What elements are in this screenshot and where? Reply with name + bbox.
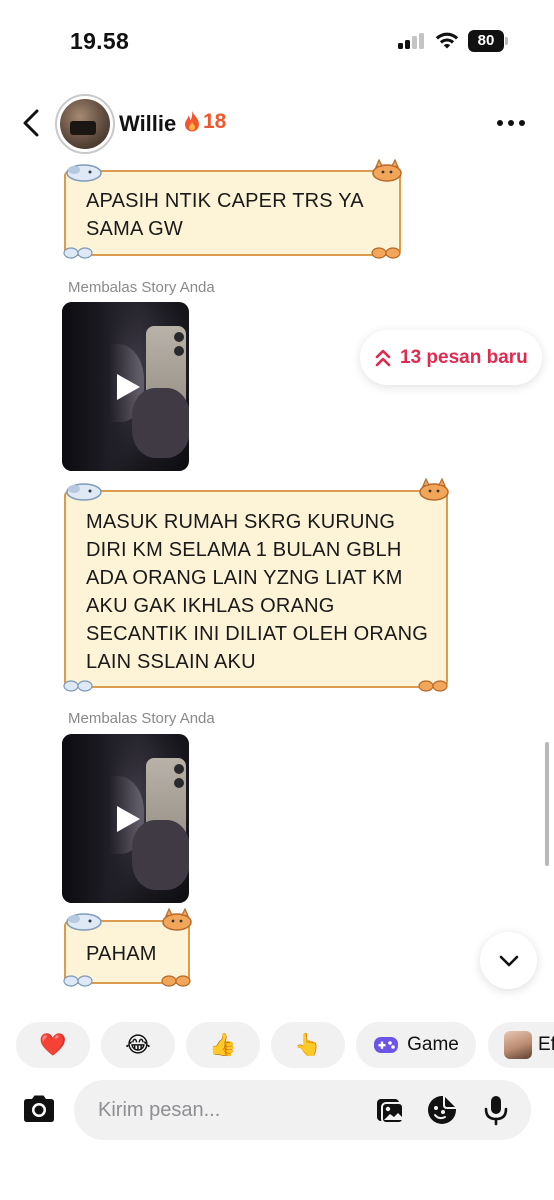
- new-messages-label: 13 pesan baru: [400, 346, 528, 368]
- quick-reply-heart[interactable]: ❤️: [16, 1022, 90, 1068]
- effect-label: Ef: [538, 1034, 554, 1055]
- message-input[interactable]: [98, 1092, 348, 1128]
- cellular-signal-icon: [398, 33, 426, 49]
- paw-sticker-icon: [63, 975, 93, 987]
- cat-sticker-icon: [162, 907, 192, 931]
- battery-level: 80: [468, 30, 504, 52]
- wifi-icon: [435, 32, 459, 49]
- chevron-down-icon: [499, 955, 518, 966]
- paw-sticker-icon: [63, 680, 93, 692]
- quick-reply-pointing-up[interactable]: 👆: [271, 1022, 345, 1068]
- story-thumbnail[interactable]: [62, 302, 189, 471]
- streak-count: 18: [203, 110, 227, 133]
- battery-icon: 80: [468, 30, 508, 52]
- quick-reply-bar: ❤️ 😂 👍 👆 Game Ef: [16, 1022, 554, 1068]
- message-text: PAHAM: [86, 943, 157, 965]
- message-composer: [74, 1080, 531, 1140]
- game-button[interactable]: Game: [356, 1022, 476, 1068]
- play-icon: [117, 806, 140, 832]
- thumbs-up-icon: 👍: [209, 1032, 237, 1057]
- effect-button[interactable]: Ef: [488, 1022, 554, 1068]
- scroll-to-bottom-button[interactable]: [480, 932, 537, 989]
- double-chevron-up-icon: [375, 349, 391, 366]
- puppy-sticker-icon: [66, 913, 102, 931]
- story-thumbnail[interactable]: [62, 734, 189, 903]
- pointing-up-icon: 👆: [294, 1032, 322, 1057]
- story-reply-label: Membalas Story Anda: [68, 710, 215, 727]
- message-text: APASIH NTIK CAPER TRS YA SAMA GW: [86, 190, 363, 240]
- gamepad-icon: [374, 1037, 399, 1053]
- status-time: 19.58: [70, 28, 130, 54]
- play-icon: [117, 374, 140, 400]
- paw-sticker-icon: [161, 975, 191, 987]
- message-bubble[interactable]: APASIH NTIK CAPER TRS YA SAMA GW: [64, 170, 401, 256]
- sticker-icon[interactable]: [426, 1094, 458, 1126]
- contact-name[interactable]: Willie: [119, 111, 176, 137]
- paw-sticker-icon: [371, 247, 401, 259]
- message-text: MASUK RUMAH SKRG KURUNG DIRI KM SELAMA 1…: [86, 511, 428, 673]
- scrollbar[interactable]: [545, 742, 549, 866]
- streak-badge: 18: [182, 110, 226, 134]
- laughing-emoji-icon: 😂: [125, 1032, 151, 1057]
- back-arrow-icon[interactable]: [18, 108, 46, 138]
- more-options-icon[interactable]: [497, 112, 531, 134]
- puppy-sticker-icon: [66, 164, 102, 182]
- paw-sticker-icon: [418, 680, 448, 692]
- microphone-icon[interactable]: [480, 1094, 512, 1126]
- story-reply-label: Membalas Story Anda: [68, 279, 215, 296]
- quick-reply-thumbs-up[interactable]: 👍: [186, 1022, 260, 1068]
- message-bubble[interactable]: MASUK RUMAH SKRG KURUNG DIRI KM SELAMA 1…: [64, 490, 448, 688]
- game-label: Game: [407, 1034, 459, 1055]
- contact-avatar[interactable]: [55, 94, 115, 154]
- camera-icon[interactable]: [20, 1090, 58, 1128]
- gallery-icon[interactable]: [374, 1094, 406, 1126]
- new-messages-button[interactable]: 13 pesan baru: [360, 330, 542, 385]
- quick-reply-laughing[interactable]: 😂: [101, 1022, 175, 1068]
- puppy-sticker-icon: [66, 483, 102, 501]
- cat-sticker-icon: [419, 477, 449, 501]
- flame-icon: [185, 111, 199, 132]
- cat-sticker-icon: [372, 158, 402, 182]
- effect-thumbnail: [504, 1031, 532, 1059]
- heart-icon: ❤️: [39, 1032, 67, 1057]
- paw-sticker-icon: [63, 247, 93, 259]
